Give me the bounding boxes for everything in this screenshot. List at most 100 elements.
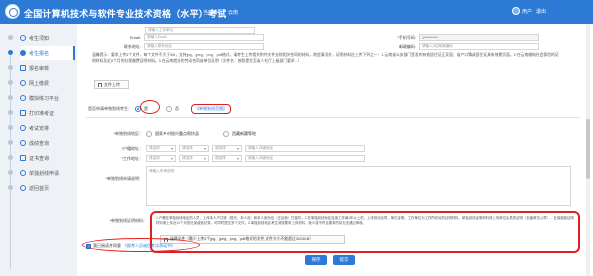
region-opt2-radio[interactable]: [223, 131, 229, 137]
phone-label: *手机号码:: [397, 34, 416, 40]
sidebar-item-8[interactable]: 成绩查询: [20, 136, 75, 150]
contact-input[interactable]: 请输入联系地址: [144, 43, 264, 50]
notice-icon: [20, 35, 26, 41]
sidebar-node: [8, 155, 13, 160]
sidebar-item-label: 网上缴费: [29, 80, 50, 87]
proof-label: *单独划线证明材料：: [109, 218, 147, 223]
sidebar-node: [8, 35, 13, 40]
user-menu[interactable]: 用户 退出: [512, 7, 546, 15]
sidebar-item-label: 报名审核: [29, 65, 50, 72]
file-upload-label: 文件上传: [104, 81, 120, 87]
scrollbar[interactable]: [586, 24, 590, 276]
household-county-select[interactable]: 请选择: [212, 145, 242, 152]
sidebar-node: [8, 125, 13, 130]
sidebar-node: [8, 170, 13, 175]
email-row: Email: 请输入Email: [105, 34, 264, 41]
postcode-row: 邮政编码: 请输入6位邮政编码: [380, 43, 539, 50]
agree-highlight-ellipse: [82, 238, 200, 252]
current-region: 当前考区：云南: [203, 9, 238, 16]
sidebar-node: [8, 50, 13, 55]
sidebar-node: [8, 185, 13, 190]
work-city-select[interactable]: 请选择: [179, 155, 209, 162]
email-input[interactable]: 请输入Email: [144, 34, 264, 41]
sidebar-item-1[interactable]: 考生须知: [20, 31, 75, 45]
user-name: 用户: [522, 8, 533, 15]
email-label: Email:: [129, 35, 141, 40]
top-header: 全国计算机技术与软件专业技术资格（水平）考试 当前考区：云南 用户 退出: [0, 0, 593, 24]
avatar-icon: [512, 7, 520, 15]
sidebar-item-11[interactable]: 返回首页: [20, 181, 75, 195]
work-address-label: *工作地址：: [121, 155, 143, 161]
region-opt2-label: 西藏新疆等地: [232, 131, 256, 136]
submit-button[interactable]: 提交: [333, 255, 355, 265]
file-upload-button[interactable]: 文件上传: [94, 80, 129, 89]
proof-hint-text: 1.户籍在单独划线地区的人员，上传本人户口簿（首页、本人页）和本人身份证（正反面…: [156, 216, 574, 225]
household-detail-input[interactable]: 请输入详细地址: [245, 145, 365, 152]
scrollbar-thumb[interactable]: [586, 119, 590, 179]
sidebar-node: [8, 95, 13, 100]
sidebar-item-2[interactable]: 考生报名: [20, 46, 75, 60]
sidebar-item-6[interactable]: 打印准考证: [20, 106, 75, 120]
sidebar-item-label: 考生须知: [29, 35, 50, 42]
phone-row: *手机号码: 1**********: [380, 34, 539, 41]
sidebar-node: [8, 140, 13, 145]
yes-highlight-circle: [140, 100, 160, 114]
top-field-row: 请输入工作单位: [145, 27, 255, 34]
sidebar-item-7[interactable]: 考试安排: [20, 121, 75, 135]
household-city-select[interactable]: 请选择: [179, 145, 209, 152]
work-address-row: *工作地址： 请选择 请选择 请选择 请输入详细地址: [95, 155, 365, 162]
sidebar-item-label: 返回首页: [29, 185, 50, 192]
register-icon: [20, 50, 26, 56]
household-address-label: *户籍地址：: [121, 145, 143, 151]
sidebar-item-label: 打印准考证: [29, 110, 55, 117]
region-opt1-radio[interactable]: [146, 131, 152, 137]
print-icon: [20, 110, 26, 116]
sidebar-item-3[interactable]: 报名审核: [20, 61, 75, 75]
review-icon: [20, 65, 26, 71]
section-divider: [86, 117, 580, 118]
app-title: 全国计算机技术与软件专业技术资格（水平）考试: [24, 9, 227, 19]
sidebar-item-label: 模拟练习平台: [29, 95, 60, 102]
sidebar-item-4[interactable]: 网上缴费: [20, 76, 75, 90]
region-value: 云南: [228, 10, 239, 16]
household-address-row: *户籍地址： 请选择 请选择 请选择 请输入详细地址: [95, 145, 365, 152]
postcode-label: 邮政编码:: [398, 43, 416, 49]
apply-label: 是否申请单独划线考生：: [88, 106, 132, 111]
sidebar-node: [8, 110, 13, 115]
region-opt1-label: 国家乡村振兴重点帮扶县: [155, 131, 199, 136]
work-county-select[interactable]: 请选择: [212, 155, 242, 162]
sidebar-item-label: 考生报名: [29, 50, 50, 57]
household-province-select[interactable]: 请选择: [146, 145, 176, 152]
sidebar-item-5[interactable]: 模拟练习平台: [20, 91, 75, 105]
payment-icon: [20, 80, 26, 86]
logout-link[interactable]: 退出: [536, 8, 546, 15]
sidebar-item-9[interactable]: 证书查询: [20, 151, 75, 165]
certificate-icon: [20, 155, 26, 161]
work-province-select[interactable]: 请选择: [146, 155, 176, 162]
desc-label: *单独划线申请说明：: [105, 176, 143, 181]
postcode-input[interactable]: 请输入6位邮政编码: [419, 43, 539, 50]
sidebar-node: [8, 80, 13, 85]
upload-notice: 温馨提示：要求上传3个文件，每个文件不大于3M，支持jpg、jpeg、png、p…: [92, 53, 559, 63]
work-unit-input[interactable]: 请输入工作单位: [145, 27, 255, 34]
apply-range-link[interactable]: 【单独划线范围】: [191, 104, 231, 114]
sidebar-item-label: 证书查询: [29, 155, 50, 162]
schedule-icon: [20, 125, 26, 131]
desc-row: *单独划线申请说明： 请输入申请说明: [95, 166, 571, 206]
region-label: 当前考区：: [203, 10, 229, 16]
apply-no-radio[interactable]: [166, 106, 172, 112]
work-detail-input[interactable]: 请输入详细地址: [245, 155, 365, 162]
contact-label: 联系地址:: [123, 43, 141, 49]
save-button[interactable]: 保存: [305, 255, 327, 265]
sidebar-node: [8, 65, 13, 70]
exam-logo-icon: [5, 4, 20, 19]
proof-hint-box: 1.户籍在单独划线地区的人员，上传本人户口簿（首页、本人页）和本人身份证（正反面…: [150, 211, 580, 253]
desc-textarea[interactable]: 请输入申请说明: [146, 166, 571, 206]
sidebar-item-label: 考试安排: [29, 125, 50, 132]
proof-row: *单独划线证明材料：: [95, 218, 147, 224]
sidebar-item-10[interactable]: 单独划线申请: [20, 166, 75, 180]
region-label: *单独划线地区：: [113, 131, 143, 136]
phone-input[interactable]: 1**********: [419, 34, 539, 41]
apply-icon: [20, 170, 26, 176]
sidebar-item-label: 单独划线申请: [29, 170, 60, 177]
